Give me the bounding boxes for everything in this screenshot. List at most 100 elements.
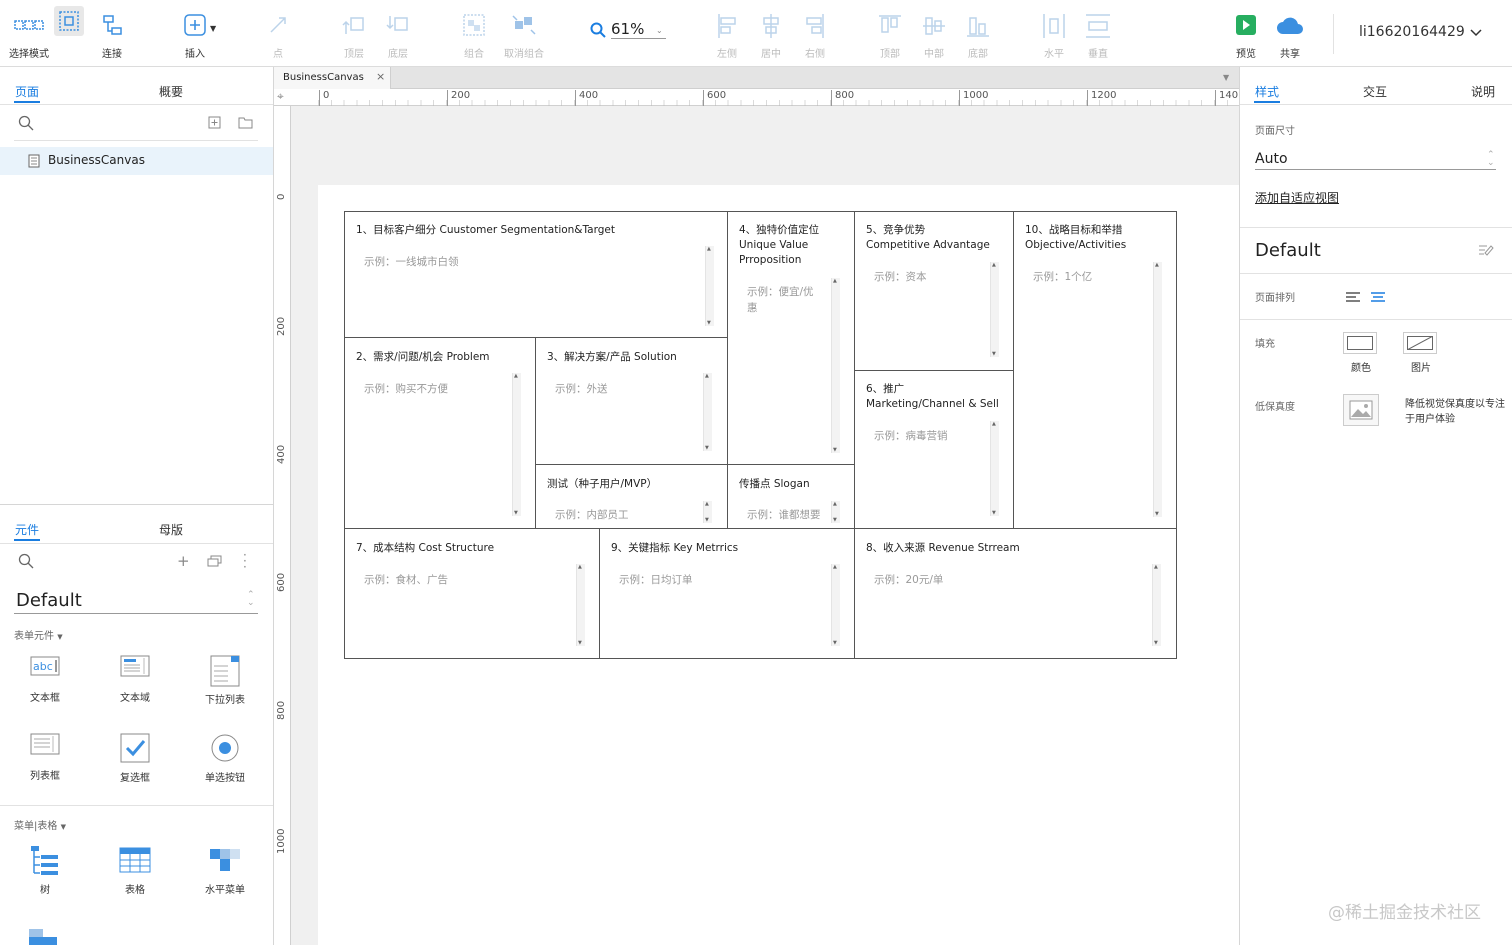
- align-left-page-icon[interactable]: [1346, 292, 1362, 304]
- widget-dropdown[interactable]: 下拉列表: [180, 655, 270, 706]
- scrollbar[interactable]: [1152, 564, 1161, 646]
- vertical-menu-icon[interactable]: [29, 927, 59, 945]
- scrollbar[interactable]: [831, 501, 840, 523]
- ruler-label: 800: [831, 90, 854, 106]
- search-icon[interactable]: [18, 115, 34, 131]
- cell-customer-segmentation[interactable]: 1、目标客户细分 Cuustomer Segmentation&Target 示…: [344, 211, 728, 338]
- scrollbar[interactable]: [576, 564, 585, 646]
- add-folder-icon[interactable]: [238, 116, 253, 129]
- scrollbar[interactable]: [1153, 262, 1162, 517]
- share-button[interactable]: 共享: [1262, 8, 1318, 62]
- align-right-button[interactable]: 右侧: [787, 8, 843, 62]
- scrollbar[interactable]: [990, 421, 999, 516]
- section-menu-table[interactable]: 菜单|表格 ▼: [14, 817, 66, 832]
- tab-pages-underline: [14, 101, 40, 103]
- widget-textarea[interactable]: 文本域: [90, 655, 180, 704]
- tab-outline[interactable]: 概要: [159, 83, 183, 100]
- scrollbar[interactable]: [705, 246, 714, 326]
- tab-interact[interactable]: 交互: [1363, 83, 1387, 100]
- add-page-icon[interactable]: [208, 116, 221, 129]
- bring-to-front-icon: [342, 17, 364, 34]
- fill-image-swatch[interactable]: [1403, 332, 1437, 354]
- canvas-area: BusinessCanvas × ▼ ⌖ 0 200 400 600 800 1…: [274, 67, 1239, 945]
- tab-businesscanvas[interactable]: BusinessCanvas ×: [274, 67, 391, 89]
- section-collapse-icon: ▼: [57, 633, 63, 641]
- tab-masters[interactable]: 母版: [159, 521, 183, 538]
- more-options-icon[interactable]: · · ·: [243, 549, 247, 573]
- distribute-vertical-button[interactable]: 垂直: [1070, 8, 1126, 62]
- widget-search-icon[interactable]: [18, 553, 34, 569]
- insert-button[interactable]: 插入: [167, 8, 223, 62]
- ungroup-button[interactable]: 取消组合: [496, 8, 552, 62]
- page-icon: [28, 154, 40, 168]
- library-select-icon[interactable]: ⌃ ⌄: [247, 591, 255, 608]
- distribute-vertical-icon: [1086, 14, 1110, 38]
- point-button[interactable]: 点: [250, 8, 306, 62]
- widget-tree[interactable]: 树: [0, 845, 90, 896]
- select-mode-button[interactable]: 选择模式: [1, 8, 57, 62]
- scrollbar[interactable]: [831, 564, 840, 646]
- library-name[interactable]: Default: [16, 590, 82, 611]
- ungroup-icon: [512, 15, 536, 35]
- insert-chevron-down-icon[interactable]: ▼: [210, 24, 216, 33]
- bottom-layer-button[interactable]: 底层: [370, 8, 426, 62]
- cell-problem[interactable]: 2、需求/问题/机会 Problem 示例：购买不方便: [344, 337, 536, 529]
- widget-textbox[interactable]: abc 文本框: [0, 655, 90, 704]
- align-right-label: 右侧: [805, 49, 825, 60]
- widget-checkbox[interactable]: 复选框: [90, 733, 180, 784]
- cell-value-proposition[interactable]: 4、独特价值定位 Unique Value Prroposition 示例：便宜…: [727, 211, 855, 466]
- low-fidelity-label: 低保真度: [1255, 402, 1295, 413]
- low-fidelity-toggle[interactable]: [1343, 394, 1379, 426]
- scrollbar[interactable]: [703, 501, 712, 523]
- tab-style[interactable]: 样式: [1255, 83, 1279, 100]
- tab-widgets[interactable]: 元件: [15, 521, 39, 538]
- username[interactable]: li16620164429: [1359, 24, 1465, 40]
- cell-revenue[interactable]: 8、收入来源 Revenue Strream 示例：20元/单: [854, 528, 1177, 659]
- zoom-chevron-down-icon[interactable]: ⌄: [656, 26, 663, 35]
- widget-label: 树: [40, 885, 50, 896]
- cell-objectives[interactable]: 10、战略目标和举措 Objective/Activities 示例：1个亿: [1013, 211, 1177, 529]
- scrollbar[interactable]: [831, 278, 840, 453]
- select-contained-button[interactable]: [54, 6, 84, 36]
- libraries-icon[interactable]: [207, 555, 222, 567]
- page-size-stepper-icon[interactable]: ⌃ ⌄: [1487, 151, 1495, 168]
- cell-marketing[interactable]: 6、推广 Marketing/Channel & Sell 示例：病毒营销: [854, 370, 1014, 529]
- cell-mvp[interactable]: 测试（种子用户/MVP） 示例：内部员工: [535, 464, 728, 529]
- panel-split: [0, 504, 273, 505]
- cell-title: 10、战略目标和举措 Objective/Activities: [1025, 224, 1127, 251]
- scrollbar[interactable]: [990, 262, 999, 357]
- tabs-menu-chevron-down-icon[interactable]: ▼: [1223, 73, 1229, 82]
- add-library-icon[interactable]: +: [177, 552, 190, 570]
- close-tab-icon[interactable]: ×: [376, 70, 385, 83]
- group-icon: [463, 14, 485, 36]
- style-name[interactable]: Default: [1255, 240, 1321, 261]
- fill-color-swatch[interactable]: [1343, 332, 1377, 354]
- edit-style-icon[interactable]: [1478, 243, 1494, 257]
- account-chevron-down-icon[interactable]: [1470, 29, 1482, 37]
- cell-competitive-advantage[interactable]: 5、竞争优势 Competitive Advantage 示例：资本: [854, 211, 1014, 371]
- svg-text:abc: abc: [33, 660, 53, 673]
- cell-cost-structure[interactable]: 7、成本结构 Cost Structure 示例：食材、广告: [344, 528, 600, 659]
- scrollbar[interactable]: [512, 373, 521, 516]
- scrollbar[interactable]: [703, 373, 712, 451]
- align-bottom-button[interactable]: 底部: [950, 8, 1006, 62]
- section-form-widgets[interactable]: 表单元件 ▼: [14, 627, 63, 642]
- widget-listbox[interactable]: 列表框: [0, 733, 90, 782]
- page-item-businesscanvas[interactable]: BusinessCanvas: [0, 147, 273, 175]
- widget-radio[interactable]: 单选按钮: [180, 733, 270, 784]
- tab-widgets-underline: [14, 539, 40, 541]
- group-button[interactable]: 组合: [446, 8, 502, 62]
- tab-notes[interactable]: 说明: [1471, 83, 1495, 100]
- align-center-page-icon[interactable]: [1370, 292, 1386, 304]
- textbox-icon: abc: [30, 656, 60, 676]
- connect-button[interactable]: 连接: [84, 8, 140, 62]
- cell-slogan[interactable]: 传播点 Slogan 示例：谁都想要: [727, 464, 855, 529]
- add-adaptive-view-link[interactable]: 添加自适应视图: [1255, 189, 1339, 206]
- tab-pages[interactable]: 页面: [15, 83, 39, 100]
- cell-key-metrics[interactable]: 9、关键指标 Key Metrrics 示例：日均订单: [599, 528, 855, 659]
- widget-horizontal-menu[interactable]: 水平菜单: [180, 845, 270, 896]
- widget-label: 复选框: [120, 773, 150, 784]
- widget-table[interactable]: 表格: [90, 845, 180, 896]
- page-size-select[interactable]: Auto: [1255, 151, 1288, 167]
- cell-solution[interactable]: 3、解决方案/产品 Solution 示例：外送: [535, 337, 728, 465]
